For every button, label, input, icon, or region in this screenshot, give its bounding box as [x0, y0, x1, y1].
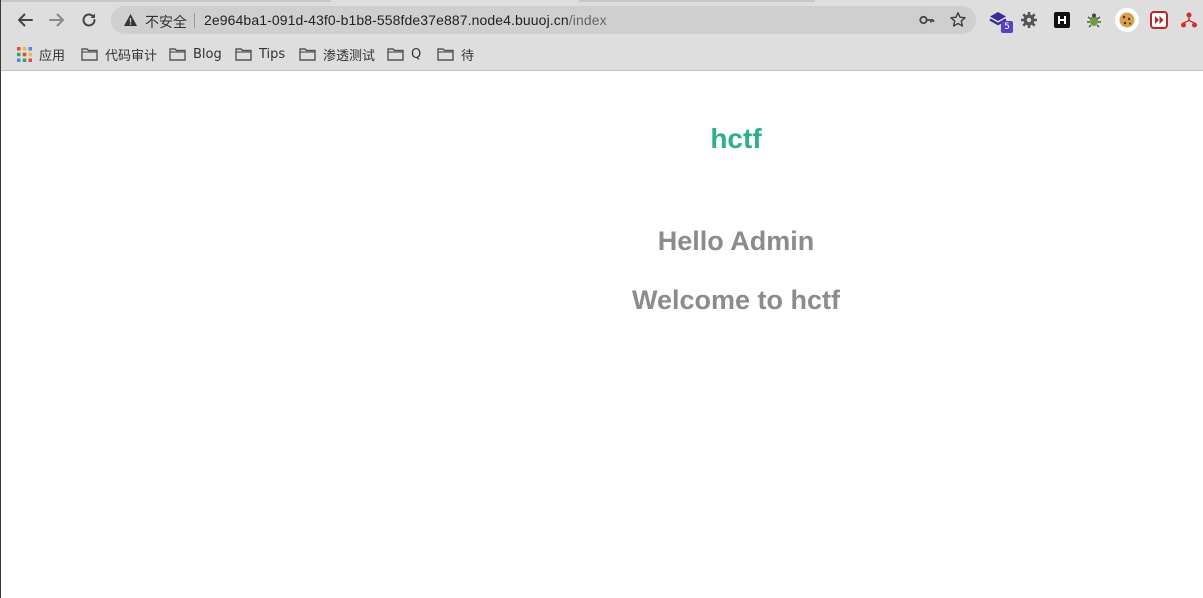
key-icon[interactable] [919, 13, 935, 27]
tab-strip-edge [1, 0, 331, 2]
extension-button-cookie[interactable] [1115, 8, 1139, 32]
bookmark-folder-code-audit[interactable]: 代码审计 [81, 43, 157, 65]
h-icon [1054, 12, 1070, 28]
url-host: 2e964ba1-091d-43f0-b1b8-558fde37e887.nod… [204, 12, 569, 28]
page-content: hctf Hello Admin Welcome to hctf [1, 71, 1203, 598]
greeting-heading: Hello Admin [657, 226, 815, 256]
bookmark-folder-pentest[interactable]: 渗透测试 [299, 43, 375, 65]
network-icon [1181, 12, 1197, 28]
bookmarks-bar: 应用 代码审计 Blog Tips 渗透测试 Q 待 [1, 40, 1203, 71]
bookmark-folder-blog[interactable]: Blog [169, 43, 222, 65]
address-bar[interactable]: 不安全 2e964ba1-091d-43f0-b1b8-558fde37e887… [111, 6, 976, 34]
welcome-heading: Welcome to hctf [631, 285, 841, 315]
url-path: /index [568, 12, 607, 28]
omnibox-divider [194, 13, 195, 28]
extension-button-settings[interactable] [1019, 10, 1039, 30]
reload-icon [82, 13, 96, 27]
folder-icon [235, 48, 252, 61]
extension-button-h[interactable] [1052, 10, 1072, 30]
site-brand-link[interactable]: hctf [1, 123, 1203, 155]
bookmark-apps-label: 应用 [39, 48, 66, 64]
back-button[interactable] [13, 8, 37, 32]
folder-icon [437, 48, 454, 61]
bookmark-label: Tips [259, 46, 286, 62]
bookmark-apps[interactable]: 应用 [17, 43, 65, 65]
bookmark-label: 渗透测试 [323, 48, 376, 64]
cookie-icon [1119, 12, 1135, 28]
apps-grid-icon [17, 46, 32, 62]
extension-badge: 5 [1001, 21, 1013, 33]
url-text[interactable]: 2e964ba1-091d-43f0-b1b8-558fde37e887.nod… [204, 12, 607, 28]
settings-icon [1021, 12, 1037, 28]
security-status-label[interactable]: 不安全 [145, 12, 187, 32]
forward-icon [49, 13, 64, 27]
star-icon[interactable] [949, 11, 967, 29]
bookmark-label: 代码审计 [105, 48, 158, 64]
bookmark-label: Q [411, 46, 422, 62]
warning-icon[interactable] [123, 13, 138, 27]
extension-button-forward-box[interactable] [1149, 10, 1169, 30]
bookmark-label: 待 [461, 48, 475, 64]
reload-button[interactable] [77, 8, 101, 32]
tab-strip-edge-right [579, 0, 815, 2]
bug-icon [1087, 13, 1101, 28]
folder-icon [387, 48, 404, 61]
back-icon [18, 13, 33, 27]
bookmark-folder-todo[interactable]: 待 [437, 43, 474, 65]
bookmark-label: Blog [193, 46, 222, 62]
browser-toolbar: 不安全 2e964ba1-091d-43f0-b1b8-558fde37e887… [1, 0, 1203, 40]
forward-button[interactable] [45, 8, 69, 32]
bookmark-folder-q[interactable]: Q [387, 43, 421, 65]
extension-button-network[interactable] [1179, 10, 1199, 30]
bookmark-folder-tips[interactable]: Tips [235, 43, 285, 65]
folder-icon [299, 48, 316, 61]
forward-box-icon [1150, 11, 1168, 29]
extension-button-bug[interactable] [1084, 10, 1104, 30]
folder-icon [169, 48, 186, 61]
browser-window: 不安全 2e964ba1-091d-43f0-b1b8-558fde37e887… [0, 0, 1203, 598]
folder-icon [81, 48, 98, 61]
